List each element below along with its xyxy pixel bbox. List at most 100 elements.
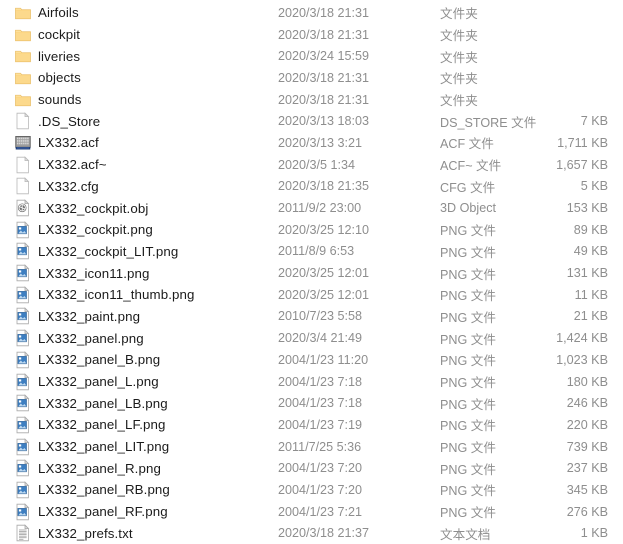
3d-object-icon [14,199,32,217]
file-name-cell[interactable]: LX332_cockpit_LIT.png [0,242,278,260]
file-type: PNG 文件 [440,350,532,369]
file-name-label: .DS_Store [38,114,100,129]
file-size: 131 KB [532,266,623,280]
file-date-modified: 2020/3/5 1:34 [278,158,440,172]
file-date-modified: 2004/1/23 7:18 [278,396,440,410]
file-name-cell[interactable]: LX332_paint.png [0,307,278,325]
file-row[interactable]: LX332.acf2020/3/13 3:21ACF 文件1,711 KB [0,132,623,154]
file-row[interactable]: LX332_icon11.png2020/3/25 12:01PNG 文件131… [0,262,623,284]
folder-icon [14,26,32,44]
file-name-cell[interactable]: objects [0,69,278,87]
file-row[interactable]: liveries2020/3/24 15:59文件夹 [0,45,623,67]
file-row[interactable]: LX332_panel_R.png2004/1/23 7:20PNG 文件237… [0,457,623,479]
file-date-modified: 2004/1/23 11:20 [278,353,440,367]
file-name-cell[interactable]: LX332_panel_RF.png [0,503,278,521]
file-name-cell[interactable]: LX332_panel_B.png [0,351,278,369]
file-row[interactable]: LX332.acf~2020/3/5 1:34ACF~ 文件1,657 KB [0,154,623,176]
file-date-modified: 2020/3/25 12:01 [278,288,440,302]
file-name-cell[interactable]: LX332_panel.png [0,329,278,347]
folder-icon [14,91,32,109]
file-row[interactable]: LX332_panel_L.png2004/1/23 7:18PNG 文件180… [0,371,623,393]
file-name-cell[interactable]: LX332_prefs.txt [0,524,278,542]
file-type: PNG 文件 [440,307,532,326]
file-name-label: LX332_cockpit_LIT.png [38,244,178,259]
file-row[interactable]: .DS_Store2020/3/13 18:03DS_STORE 文件7 KB [0,110,623,132]
file-type: PNG 文件 [440,372,532,391]
file-date-modified: 2020/3/24 15:59 [278,49,440,63]
file-row[interactable]: LX332_cockpit.png2020/3/25 12:10PNG 文件89… [0,219,623,241]
png-image-icon [14,416,32,434]
file-name-label: LX332.cfg [38,179,99,194]
file-name-cell[interactable]: LX332_panel_LF.png [0,416,278,434]
file-row[interactable]: Airfoils2020/3/18 21:31文件夹 [0,2,623,24]
file-name-cell[interactable]: LX332_icon11.png [0,264,278,282]
file-row[interactable]: LX332.cfg2020/3/18 21:35CFG 文件5 KB [0,176,623,198]
blank-document-icon [14,177,32,195]
file-name-label: LX332_panel_R.png [38,461,161,476]
file-name-cell[interactable]: cockpit [0,26,278,44]
file-date-modified: 2020/3/18 21:35 [278,179,440,193]
file-name-cell[interactable]: liveries [0,47,278,65]
file-date-modified: 2010/7/23 5:58 [278,309,440,323]
file-name-cell[interactable]: LX332_icon11_thumb.png [0,286,278,304]
file-name-label: LX332_cockpit.png [38,222,153,237]
file-name-cell[interactable]: .DS_Store [0,112,278,130]
file-size: 21 KB [532,309,623,323]
file-name-cell[interactable]: LX332.acf~ [0,156,278,174]
file-row[interactable]: LX332_panel_RF.png2004/1/23 7:21PNG 文件27… [0,501,623,523]
file-name-label: liveries [38,49,80,64]
file-date-modified: 2004/1/23 7:19 [278,418,440,432]
file-name-cell[interactable]: LX332_panel_LB.png [0,394,278,412]
file-row[interactable]: objects2020/3/18 21:31文件夹 [0,67,623,89]
file-name-cell[interactable]: LX332_panel_R.png [0,459,278,477]
file-name-cell[interactable]: LX332_cockpit.obj [0,199,278,217]
file-row[interactable]: cockpit2020/3/18 21:31文件夹 [0,24,623,46]
file-type: PNG 文件 [440,242,532,261]
file-size: 153 KB [532,201,623,215]
file-row[interactable]: LX332_panel_LB.png2004/1/23 7:18PNG 文件24… [0,392,623,414]
file-type: 文件夹 [440,25,532,44]
file-date-modified: 2020/3/18 21:37 [278,526,440,540]
file-type: PNG 文件 [440,394,532,413]
file-name-label: LX332_paint.png [38,309,140,324]
file-type: PNG 文件 [440,415,532,434]
acf-file-icon [14,134,32,152]
file-date-modified: 2004/1/23 7:20 [278,461,440,475]
file-row[interactable]: LX332_panel_LIT.png2011/7/25 5:36PNG 文件7… [0,436,623,458]
file-name-cell[interactable]: LX332_cockpit.png [0,221,278,239]
file-name-cell[interactable]: LX332_panel_LIT.png [0,438,278,456]
file-size: 1,711 KB [532,136,623,150]
file-name-cell[interactable]: LX332_panel_RB.png [0,481,278,499]
file-name-label: Airfoils [38,5,79,20]
file-date-modified: 2011/8/9 6:53 [278,244,440,258]
file-date-modified: 2020/3/13 18:03 [278,114,440,128]
file-type: 文本文档 [440,524,532,543]
file-row[interactable]: LX332_paint.png 2010/7/23 5:58PNG 文件21 KB [0,306,623,328]
file-date-modified: 2020/3/25 12:10 [278,223,440,237]
file-row[interactable]: LX332_panel_B.png2004/1/23 11:20PNG 文件1,… [0,349,623,371]
file-name-label: LX332_panel_LB.png [38,396,168,411]
file-type: ACF~ 文件 [440,155,532,174]
file-size: 180 KB [532,375,623,389]
file-row[interactable]: LX332_cockpit_LIT.png 2011/8/9 6:53PNG 文件… [0,241,623,263]
file-name-cell[interactable]: LX332.acf [0,134,278,152]
file-row[interactable]: sounds2020/3/18 21:31文件夹 [0,89,623,111]
file-row[interactable]: LX332_panel_LF.png2004/1/23 7:19PNG 文件22… [0,414,623,436]
file-row[interactable]: LX332_icon11_thumb.png 2020/3/25 12:01PNG… [0,284,623,306]
file-name-cell[interactable]: Airfoils [0,4,278,22]
file-size: 1,657 KB [532,158,623,172]
file-list[interactable]: Airfoils2020/3/18 21:31文件夹cockpit2020/3/… [0,0,623,541]
file-type: PNG 文件 [440,285,532,304]
file-name-cell[interactable]: LX332.cfg [0,177,278,195]
file-row[interactable]: LX332_cockpit.obj2011/9/2 23:003D Object… [0,197,623,219]
file-type: 文件夹 [440,68,532,87]
file-name-cell[interactable]: sounds [0,91,278,109]
file-row[interactable]: LX332_panel_RB.png2004/1/23 7:20PNG 文件34… [0,479,623,501]
file-date-modified: 2020/3/18 21:31 [278,6,440,20]
png-image-icon [14,242,32,260]
blank-document-icon [14,156,32,174]
blank-document-icon [14,112,32,130]
file-name-cell[interactable]: LX332_panel_L.png [0,373,278,391]
file-row[interactable]: LX332_panel.png2020/3/4 21:49PNG 文件1,424… [0,327,623,349]
file-name-label: LX332_icon11_thumb.png [38,287,194,302]
